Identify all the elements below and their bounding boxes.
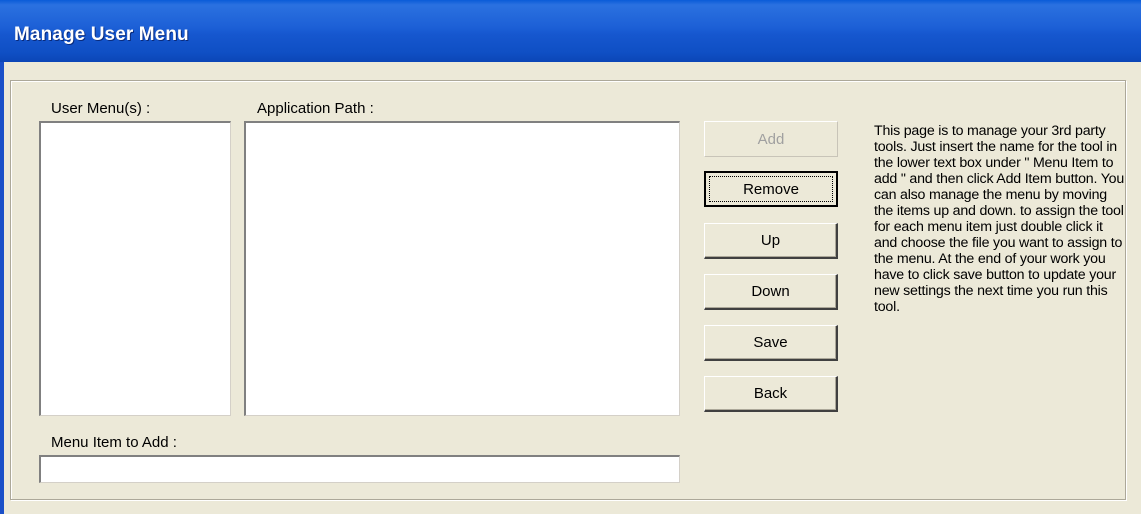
up-button[interactable]: Up xyxy=(704,223,838,259)
down-button[interactable]: Down xyxy=(704,274,838,310)
window-title: Manage User Menu xyxy=(14,24,189,45)
application-path-label: Application Path : xyxy=(257,100,374,117)
user-menus-label: User Menu(s) : xyxy=(51,100,151,117)
remove-button[interactable]: Remove xyxy=(704,171,838,207)
menu-item-to-add-label: Menu Item to Add : xyxy=(51,434,177,451)
help-description: This page is to manage your 3rd party to… xyxy=(874,123,1125,315)
remove-button-label: Remove xyxy=(743,180,799,198)
user-menus-listbox[interactable] xyxy=(39,121,231,416)
window-left-border xyxy=(0,62,4,514)
add-button[interactable]: Add xyxy=(704,121,838,157)
application-path-listbox[interactable] xyxy=(244,121,680,416)
save-button[interactable]: Save xyxy=(704,325,838,361)
manage-user-menu-window: Manage User Menu User Menu(s) : Applicat… xyxy=(0,0,1141,514)
back-button[interactable]: Back xyxy=(704,376,838,412)
title-bar[interactable]: Manage User Menu xyxy=(0,0,1141,62)
menu-item-to-add-input[interactable] xyxy=(39,455,680,483)
